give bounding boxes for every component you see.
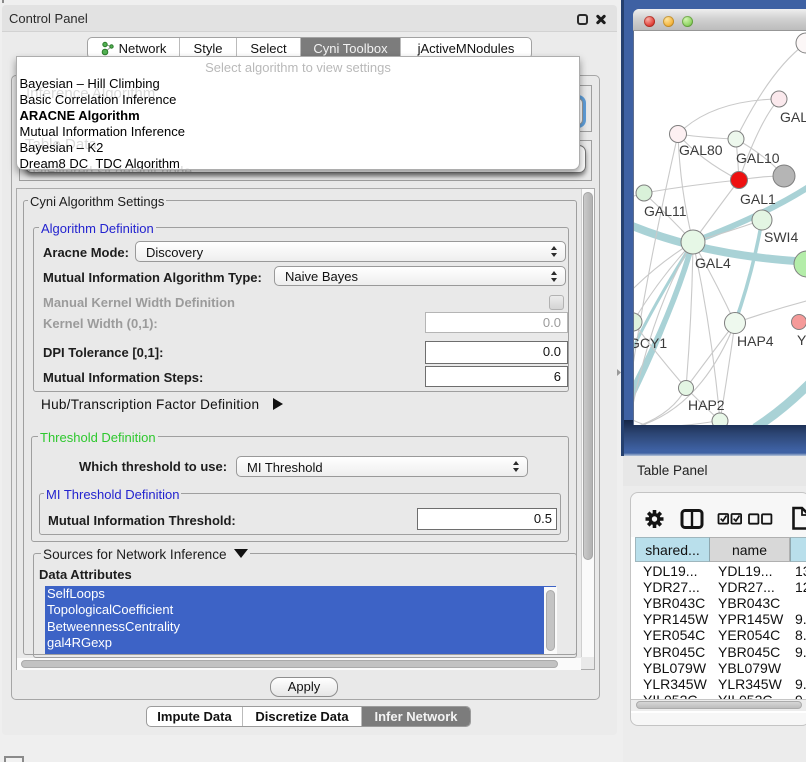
svg-text:HAP2: HAP2 <box>688 397 725 413</box>
svg-text:GAL10: GAL10 <box>736 150 780 166</box>
svg-text:YJ: YJ <box>797 332 806 348</box>
svg-text:GAL80: GAL80 <box>679 142 723 158</box>
svg-text:GAL1: GAL1 <box>740 191 776 207</box>
svg-text:GAL2: GAL2 <box>780 109 806 125</box>
svg-text:SWI4: SWI4 <box>764 229 798 245</box>
svg-text:GAL4: GAL4 <box>695 255 731 271</box>
svg-text:HAP4: HAP4 <box>737 333 774 349</box>
svg-text:GCY1: GCY1 <box>634 335 667 351</box>
svg-text:GAL11: GAL11 <box>644 203 687 219</box>
